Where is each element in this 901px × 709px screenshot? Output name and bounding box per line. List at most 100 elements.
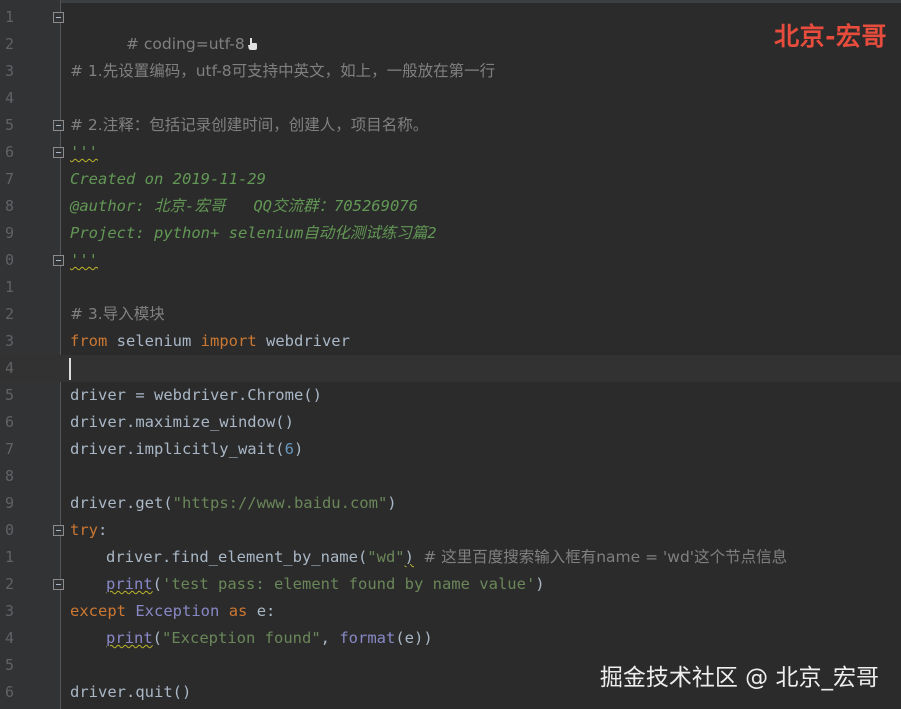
line-number: 5 xyxy=(4,386,14,404)
string-literal: "Exception found" xyxy=(162,629,321,647)
code-line-24[interactable]: 4 print("Exception found", format(e)) xyxy=(0,625,901,652)
text-cursor xyxy=(69,358,71,380)
code-text: ( xyxy=(152,629,163,647)
line-number: 1 xyxy=(4,278,14,296)
code-text: : xyxy=(98,521,108,539)
line-number: 6 xyxy=(4,683,14,701)
fold-marker-icon[interactable] xyxy=(53,12,64,23)
code-line-15[interactable]: 5 driver = webdriver.Chrome() xyxy=(0,382,901,409)
keyword-import: import xyxy=(200,332,257,350)
string-literal: "wd" xyxy=(367,548,405,566)
fold-marker-icon[interactable] xyxy=(53,147,64,158)
code-text: ) xyxy=(404,548,414,566)
line-number: 3 xyxy=(4,602,14,620)
line-number: 3 xyxy=(4,332,14,350)
code-line-8[interactable]: 8 @author: 北京-宏哥 QQ交流群：705269076 xyxy=(0,193,901,220)
fold-marker-icon[interactable] xyxy=(53,579,64,590)
code-text: ) xyxy=(387,494,397,512)
code-text: ) xyxy=(535,575,545,593)
code-line-12[interactable]: 2 # 3.导入模块 xyxy=(0,301,901,328)
line-number: 1 xyxy=(4,8,14,26)
inline-comment: # 这里百度搜索输入框有name = 'wd'这个节点信息 xyxy=(423,548,788,566)
line-number: 5 xyxy=(4,116,14,134)
fold-marker-icon[interactable] xyxy=(53,120,64,131)
docstring-text: @author: 北京-宏哥 QQ交流群：705269076 xyxy=(70,197,418,215)
code-line-1[interactable]: 1 # coding=utf-8 xyxy=(0,4,901,53)
comment-text: # 2.注释：包括记录创建时间，创建人，项目名称。 xyxy=(70,116,429,134)
builtin-format: format xyxy=(339,629,396,647)
line-number: 1 xyxy=(4,548,14,566)
import-name: webdriver xyxy=(256,332,350,350)
keyword-from: from xyxy=(70,332,108,350)
line-number: 7 xyxy=(4,170,14,188)
docstring-open: ''' xyxy=(70,143,98,161)
code-line-13[interactable]: 3 from selenium import webdriver xyxy=(0,328,901,355)
docstring-close: ''' xyxy=(70,251,98,269)
line-number: 6 xyxy=(4,413,14,431)
line-number: 7 xyxy=(4,440,14,458)
line-number: 4 xyxy=(4,629,14,647)
code-line-23[interactable]: 3 except Exception as e: xyxy=(0,598,901,625)
code-text: , xyxy=(320,629,340,647)
line-number: 4 xyxy=(4,359,14,377)
keyword-try: try xyxy=(70,521,98,539)
code-line-9[interactable]: 9 Project: python+ selenium自动化测试练习篇2 xyxy=(0,220,901,247)
code-line-11[interactable]: 1 xyxy=(0,274,901,301)
code-line-17[interactable]: 7 driver.implicitly_wait(6) xyxy=(0,436,901,463)
line-number: 9 xyxy=(4,224,14,242)
code-line-2[interactable]: 2 xyxy=(0,31,901,58)
editor-top-border xyxy=(0,0,901,3)
code-line-5[interactable]: 5 # 2.注释：包括记录创建时间，创建人，项目名称。 xyxy=(0,112,901,139)
fold-marker-icon[interactable] xyxy=(53,525,64,536)
code-line-3[interactable]: 3 # 1.先设置编码，utf-8可支持中英文，如上，一般放在第一行 xyxy=(0,58,901,85)
code-line-7[interactable]: 7 Created on 2019-11-29 xyxy=(0,166,901,193)
code-line-16[interactable]: 6 driver.maximize_window() xyxy=(0,409,901,436)
line-number: 9 xyxy=(4,494,14,512)
fold-marker-icon[interactable] xyxy=(53,255,64,266)
line-number: 0 xyxy=(4,521,14,539)
code-line-19[interactable]: 9 driver.get("https://www.baidu.com") xyxy=(0,490,901,517)
code-editor[interactable]: 1 # coding=utf-8 2 3 # 1.先设置编码，utf-8可支持中… xyxy=(0,0,901,709)
line-number: 2 xyxy=(4,575,14,593)
line-number: 8 xyxy=(4,467,14,485)
author-watermark: 北京-宏哥 xyxy=(774,22,887,51)
code-text: driver.implicitly_wait( xyxy=(70,440,285,458)
code-text: e: xyxy=(247,602,276,620)
code-line-21[interactable]: 1 driver.find_element_by_name("wd") # 这里… xyxy=(0,544,901,571)
code-line-10[interactable]: 0 ''' xyxy=(0,247,901,274)
code-line-6[interactable]: 6 ''' xyxy=(0,139,901,166)
line-number: 5 xyxy=(4,656,14,674)
code-text: driver = webdriver.Chrome() xyxy=(70,386,322,404)
docstring-text: Project: python+ selenium自动化测试练习篇2 xyxy=(70,224,437,242)
builtin-print: print xyxy=(106,629,153,647)
comment-text: # 1.先设置编码，utf-8可支持中英文，如上，一般放在第一行 xyxy=(70,62,496,80)
line-number: 2 xyxy=(4,35,14,53)
keyword-except: except xyxy=(70,602,126,620)
keyword-as: as xyxy=(228,602,248,620)
string-literal: "https://www.baidu.com" xyxy=(172,494,388,512)
code-line-4[interactable]: 4 xyxy=(0,85,901,112)
code-line-22[interactable]: 2 print('test pass: element found by nam… xyxy=(0,571,901,598)
code-text: driver.get( xyxy=(70,494,173,512)
site-watermark: 掘金技术社区 @ 北京_宏哥 xyxy=(599,665,879,691)
string-literal: 'test pass: element found by name value' xyxy=(162,575,536,593)
code-text: driver.maximize_window() xyxy=(70,413,294,431)
line-number: 8 xyxy=(4,197,14,215)
module-name: selenium xyxy=(107,332,201,350)
code-text: ( xyxy=(152,575,163,593)
line-number: 4 xyxy=(4,89,14,107)
comment-text: # 3.导入模块 xyxy=(70,305,165,323)
code-text: driver.quit() xyxy=(70,683,192,701)
line-number: 6 xyxy=(4,143,14,161)
builtin-print: print xyxy=(106,575,153,593)
code-line-14-current[interactable]: 4 xyxy=(0,355,901,382)
number-literal: 6 xyxy=(284,440,294,458)
code-text: driver.find_element_by_name( xyxy=(106,548,368,566)
line-number: 2 xyxy=(4,305,14,323)
code-text: ) xyxy=(293,440,304,458)
code-line-18[interactable]: 8 xyxy=(0,463,901,490)
docstring-text: Created on 2019-11-29 xyxy=(70,170,266,188)
exception-class: Exception xyxy=(135,602,220,620)
line-number: 3 xyxy=(4,62,14,80)
code-line-20[interactable]: 0 try: xyxy=(0,517,901,544)
